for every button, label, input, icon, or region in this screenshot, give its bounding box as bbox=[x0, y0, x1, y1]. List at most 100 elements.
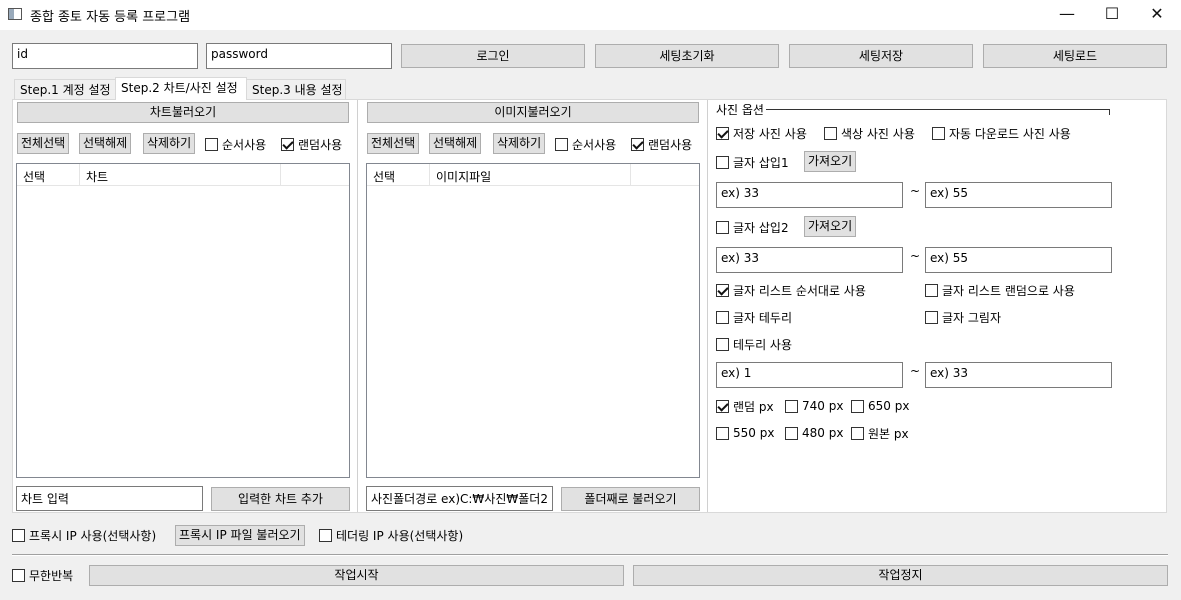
image-sequential-checkbox[interactable]: 순서사용 bbox=[555, 136, 616, 152]
column-header-image-file[interactable]: 이미지파일 bbox=[430, 164, 631, 185]
load-settings-button[interactable]: 세팅로드 bbox=[983, 44, 1167, 68]
close-button[interactable]: ✕ bbox=[1134, 0, 1180, 30]
color-photo-checkbox[interactable]: 색상 사진 사용 bbox=[824, 125, 915, 141]
range2-to-input[interactable]: ex) 55 bbox=[925, 247, 1112, 273]
photo-options-title: 사진 옵션 bbox=[716, 101, 766, 118]
login-button[interactable]: 로그인 bbox=[401, 44, 585, 68]
checkbox-box bbox=[925, 310, 938, 324]
column-header-select[interactable]: 선택 bbox=[17, 164, 80, 185]
checkbox-label: 랜덤사용 bbox=[648, 137, 693, 152]
add-chart-button[interactable]: 입력한 차트 추가 bbox=[211, 487, 350, 511]
panel-divider bbox=[357, 100, 358, 512]
checkbox-label: 글자 테두리 bbox=[733, 310, 793, 325]
checkbox-box bbox=[716, 399, 729, 413]
size-original-checkbox[interactable]: 원본 px bbox=[851, 425, 909, 441]
border-use-checkbox[interactable]: 테두리 사용 bbox=[716, 336, 792, 352]
minimize-button[interactable]: — bbox=[1044, 0, 1090, 30]
checkbox-box bbox=[824, 126, 837, 140]
size-650-checkbox[interactable]: 650 px bbox=[851, 398, 909, 414]
range3-to-input[interactable]: ex) 33 bbox=[925, 362, 1112, 388]
checkbox-box bbox=[319, 528, 332, 542]
chart-select-all-button[interactable]: 전체선택 bbox=[17, 133, 70, 154]
chart-list-header: 선택 차트 bbox=[17, 164, 349, 186]
checkbox-box bbox=[716, 426, 729, 440]
checkbox-box bbox=[631, 137, 644, 151]
tab-step1[interactable]: Step.1 계정 설정 bbox=[14, 79, 116, 100]
tethering-checkbox[interactable]: 테더링 IP 사용(선택사항) bbox=[319, 527, 463, 543]
checkbox-label: 저장 사진 사용 bbox=[733, 126, 807, 141]
range1-to-input[interactable]: ex) 55 bbox=[925, 182, 1112, 208]
checkbox-label: 650 px bbox=[868, 399, 910, 413]
checkbox-box bbox=[12, 528, 25, 542]
size-480-checkbox[interactable]: 480 px bbox=[785, 425, 843, 441]
list-order-checkbox[interactable]: 글자 리스트 순서대로 사용 bbox=[716, 282, 866, 298]
proxy-load-button[interactable]: 프록시 IP 파일 불러오기 bbox=[175, 525, 305, 546]
checkbox-label: 550 px bbox=[733, 426, 775, 440]
tab-step3[interactable]: Step.3 내용 설정 bbox=[246, 79, 346, 100]
text-border-checkbox[interactable]: 글자 테두리 bbox=[716, 309, 792, 325]
maximize-button[interactable]: ☐ bbox=[1089, 0, 1135, 30]
chart-delete-button[interactable]: 삭제하기 bbox=[143, 133, 196, 154]
stop-button[interactable]: 작업정지 bbox=[633, 565, 1168, 586]
column-header-select[interactable]: 선택 bbox=[367, 164, 430, 185]
load-folder-button[interactable]: 폴더째로 불러오기 bbox=[561, 487, 700, 511]
checkbox-box bbox=[785, 399, 798, 413]
panel-divider bbox=[707, 100, 708, 512]
tilde-separator: ~ bbox=[910, 249, 921, 263]
size-550-checkbox[interactable]: 550 px bbox=[716, 425, 774, 441]
start-button[interactable]: 작업시작 bbox=[89, 565, 624, 586]
checkbox-label: 색상 사진 사용 bbox=[841, 126, 915, 141]
reset-settings-button[interactable]: 세팅초기화 bbox=[595, 44, 779, 68]
image-select-all-button[interactable]: 전체선택 bbox=[367, 133, 420, 154]
saved-photo-checkbox[interactable]: 저장 사진 사용 bbox=[716, 125, 807, 141]
horizontal-divider bbox=[12, 554, 1168, 556]
checkbox-label: 글자 리스트 랜덤으로 사용 bbox=[942, 283, 1075, 298]
checkbox-box bbox=[716, 126, 729, 140]
size-random-checkbox[interactable]: 랜덤 px bbox=[716, 398, 774, 414]
checkbox-box bbox=[716, 283, 729, 297]
checkbox-label: 테두리 사용 bbox=[733, 337, 793, 352]
infinite-loop-checkbox[interactable]: 무한반복 bbox=[12, 567, 73, 583]
load-chart-button[interactable]: 차트불러오기 bbox=[17, 102, 349, 123]
tilde-separator: ~ bbox=[910, 184, 921, 198]
range3-from-input[interactable]: ex) 1 bbox=[716, 362, 903, 388]
checkbox-box bbox=[716, 155, 729, 169]
auto-download-checkbox[interactable]: 자동 다운로드 사진 사용 bbox=[932, 125, 1071, 141]
chart-random-checkbox[interactable]: 랜덤사용 bbox=[281, 136, 342, 152]
image-list[interactable]: 선택 이미지파일 bbox=[366, 163, 700, 478]
save-settings-button[interactable]: 세팅저장 bbox=[789, 44, 973, 68]
text-insert2-checkbox[interactable]: 글자 삽입2 bbox=[716, 219, 789, 235]
chart-sequential-checkbox[interactable]: 순서사용 bbox=[205, 136, 266, 152]
fetch2-button[interactable]: 가져오기 bbox=[804, 216, 857, 237]
chart-input[interactable]: 차트 입력 bbox=[16, 486, 203, 511]
fetch1-button[interactable]: 가져오기 bbox=[804, 151, 857, 172]
list-random-checkbox[interactable]: 글자 리스트 랜덤으로 사용 bbox=[925, 282, 1075, 298]
checkbox-box bbox=[716, 310, 729, 324]
checkbox-label: 740 px bbox=[802, 399, 844, 413]
checkbox-box bbox=[851, 399, 864, 413]
range1-from-input[interactable]: ex) 33 bbox=[716, 182, 903, 208]
size-740-checkbox[interactable]: 740 px bbox=[785, 398, 843, 414]
image-delete-button[interactable]: 삭제하기 bbox=[493, 133, 546, 154]
text-insert1-checkbox[interactable]: 글자 삽입1 bbox=[716, 154, 789, 170]
column-header-chart[interactable]: 차트 bbox=[80, 164, 281, 185]
group-border bbox=[765, 109, 1110, 115]
image-folder-path-input[interactable]: 사진폴더경로 ex)C:₩사진₩폴더2 bbox=[366, 486, 553, 511]
id-input[interactable]: id bbox=[12, 43, 198, 69]
proxy-use-checkbox[interactable]: 프록시 IP 사용(선택사항) bbox=[12, 527, 156, 543]
chart-deselect-button[interactable]: 선택해제 bbox=[79, 133, 132, 154]
load-image-button[interactable]: 이미지불러오기 bbox=[367, 102, 699, 123]
password-input[interactable]: password bbox=[206, 43, 392, 69]
checkbox-box bbox=[716, 220, 729, 234]
image-deselect-button[interactable]: 선택해제 bbox=[429, 133, 482, 154]
tab-step2[interactable]: Step.2 차트/사진 설정 bbox=[115, 77, 247, 100]
app-icon bbox=[8, 8, 22, 20]
checkbox-label: 글자 그림자 bbox=[942, 310, 1002, 325]
range2-from-input[interactable]: ex) 33 bbox=[716, 247, 903, 273]
text-shadow-checkbox[interactable]: 글자 그림자 bbox=[925, 309, 1001, 325]
checkbox-label: 글자 삽입2 bbox=[733, 220, 789, 235]
checkbox-box bbox=[785, 426, 798, 440]
chart-list[interactable]: 선택 차트 bbox=[16, 163, 350, 478]
checkbox-label: 자동 다운로드 사진 사용 bbox=[949, 126, 1071, 141]
image-random-checkbox[interactable]: 랜덤사용 bbox=[631, 136, 692, 152]
